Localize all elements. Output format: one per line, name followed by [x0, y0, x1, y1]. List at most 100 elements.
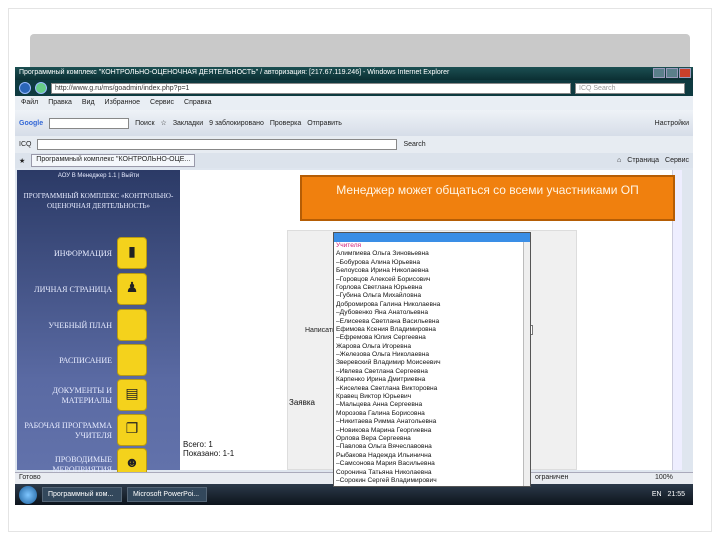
search-input[interactable]: ICQ Search: [575, 82, 685, 94]
zoom-level[interactable]: 100%: [655, 474, 673, 481]
recipient-option[interactable]: –Дубовенко Яна Анатольевна: [334, 309, 530, 317]
recipient-option[interactable]: –Сорокин Сергей Владимирович: [334, 477, 530, 485]
write-label: Написать: [305, 327, 336, 334]
recipient-option[interactable]: –Ивлева Светлана Сергеевна: [334, 368, 530, 376]
recipient-option[interactable]: –Самсонова Мария Васильевна: [334, 460, 530, 468]
tools-menu[interactable]: Сервис: [665, 157, 689, 164]
person-icon: ♟: [117, 273, 147, 305]
recipient-option[interactable]: Орлова Вера Сергеевна: [334, 435, 530, 443]
icq-toolbar: ICQ Search: [15, 136, 693, 153]
security-zone: ограничен: [535, 474, 569, 481]
nav-work-program[interactable]: РАБОЧАЯ ПРОГРАММА УЧИТЕЛЯ ❐: [17, 414, 180, 448]
recipient-option[interactable]: –Бобурова Алина Юрьевна: [334, 259, 530, 267]
popup-blocked-button[interactable]: 9 заблокировано: [209, 120, 264, 127]
recipient-dropdown-list[interactable]: Учителя Алимпиева Ольга Зиновьевна –Бобуро…: [333, 232, 531, 487]
google-search-button[interactable]: Поиск: [135, 120, 154, 127]
user-info[interactable]: АОУ В Менеджер 1.1 | Выйти: [17, 170, 180, 179]
language-indicator[interactable]: EN: [652, 491, 662, 498]
nav-documents[interactable]: ДОКУМЕНТЫ И МАТЕРИАЛЫ ▤: [17, 379, 180, 413]
recipient-option[interactable]: –Никитаева Римма Анатольевна: [334, 418, 530, 426]
address-input[interactable]: http://www.g.ru/ms/goadmin/index.php?p=1: [51, 82, 571, 94]
icq-search-button[interactable]: Search: [403, 141, 425, 148]
window-title: Программный комплекс "КОНТРОЛЬНО-ОЦЕНОЧН…: [19, 69, 450, 76]
nav-curriculum[interactable]: УЧЕБНЫЙ ПЛАН: [17, 309, 180, 343]
recipient-option[interactable]: Морозова Галина Борисовна: [334, 410, 530, 418]
nav-personal-page[interactable]: ЛИЧНАЯ СТРАНИЦА ♟: [17, 273, 180, 307]
recipient-option[interactable]: Алимпиева Ольга Зиновьевна: [334, 250, 530, 258]
taskbar: Программный ком... Microsoft PowerPoi...…: [15, 484, 693, 505]
settings-button[interactable]: Настройки: [655, 120, 689, 127]
bookmarks-button[interactable]: Закладки: [173, 120, 203, 127]
start-button[interactable]: [19, 485, 37, 504]
blank-icon: [117, 344, 147, 376]
recipient-option[interactable]: Жарова Ольга Игоревна: [334, 343, 530, 351]
page-menu[interactable]: Страница: [627, 157, 659, 164]
sidebar: АОУ В Менеджер 1.1 | Выйти ПРОГРАММНЫЙ К…: [17, 170, 180, 480]
icq-search-input[interactable]: [37, 139, 398, 150]
menu-help[interactable]: Справка: [184, 99, 211, 107]
send-button[interactable]: Отправить: [307, 120, 342, 127]
nav-label: ЛИЧНАЯ СТРАНИЦА: [34, 285, 112, 294]
total-count: Всего: 1: [183, 440, 213, 449]
recipient-option[interactable]: –Ефремова Юлия Сергеевна: [334, 334, 530, 342]
menu-view[interactable]: Вид: [82, 99, 95, 107]
google-search-input[interactable]: [49, 117, 130, 129]
recipient-option[interactable]: Зверевский Владимир Моисеевич: [334, 359, 530, 367]
list-scrollbar[interactable]: [523, 242, 530, 486]
clock: 21:55: [667, 491, 685, 498]
nav-label: УЧЕБНЫЙ ПЛАН: [48, 321, 112, 330]
recipient-option[interactable]: Карпенко Ирина Дмитриевна: [334, 376, 530, 384]
minimize-button[interactable]: [653, 68, 665, 78]
nav-schedule[interactable]: РАСПИСАНИЕ: [17, 344, 180, 378]
recipient-option[interactable]: –Горовцов Алексей Борисович: [334, 276, 530, 284]
close-button[interactable]: [679, 68, 691, 78]
shown-range: Показано: 1-1: [183, 449, 235, 458]
recipient-option[interactable]: –Мальцева Анна Сергеевна: [334, 401, 530, 409]
tab-bar: ★ Программный комплекс "КОНТРОЛЬНО-ОЦЕ..…: [15, 153, 693, 168]
forward-icon[interactable]: [35, 82, 47, 94]
back-icon[interactable]: [19, 82, 31, 94]
icq-button[interactable]: ICQ: [19, 141, 31, 148]
menu-edit[interactable]: Правка: [48, 99, 72, 107]
recipient-option[interactable]: Соронина Татьяна Николаевна: [334, 469, 530, 477]
option-group-teachers[interactable]: Учителя: [334, 242, 530, 250]
nav-label: РАБОЧАЯ ПРОГРАММА УЧИТЕЛЯ: [24, 421, 112, 440]
menu-file[interactable]: Файл: [21, 99, 38, 107]
address-bar: http://www.g.ru/ms/goadmin/index.php?p=1…: [15, 80, 693, 96]
star-icon: ☆: [160, 120, 167, 127]
recipient-option[interactable]: Белоусова Ирина Николаевна: [334, 267, 530, 275]
document-search-icon: ▤: [117, 379, 147, 411]
recipient-option[interactable]: –Губина Ольга Михайловна: [334, 292, 530, 300]
recipient-option[interactable]: Кравец Виктор Юрьевич: [334, 393, 530, 401]
spellcheck-button[interactable]: Проверка: [270, 120, 301, 127]
recipient-option[interactable]: Рыбакова Надежда Ильинична: [334, 452, 530, 460]
recipient-option[interactable]: –Елисеева Светлана Васильевна: [334, 318, 530, 326]
maximize-button[interactable]: [666, 68, 678, 78]
menu-bar: Файл Правка Вид Избранное Сервис Справка: [15, 96, 693, 110]
windows-icon: ❐: [117, 414, 147, 446]
callout-banner: Менеджер может общаться со всеми участни…: [300, 175, 675, 221]
recipient-option[interactable]: Ефимова Ксения Владимировна: [334, 326, 530, 334]
nav-info[interactable]: ИНФОРМАЦИЯ ▮: [17, 237, 180, 271]
google-toolbar: Google Поиск ☆ Закладки 9 заблокировано П…: [15, 110, 693, 136]
home-icon[interactable]: ⌂: [617, 157, 621, 164]
menu-favorites[interactable]: Избранное: [105, 99, 140, 107]
brand-title: ПРОГРАММНЫЙ КОМПЛЕКС «КОНТРОЛЬНО-ОЦЕНОЧН…: [23, 192, 174, 210]
blank-icon: [117, 309, 147, 341]
status-text: Готово: [19, 474, 41, 481]
recipient-option[interactable]: –Павлова Ольга Вячеславовна: [334, 443, 530, 451]
taskbar-item-powerpoint[interactable]: Microsoft PowerPoi...: [127, 487, 207, 502]
taskbar-item-browser[interactable]: Программный ком...: [42, 487, 122, 502]
nav-label: ИНФОРМАЦИЯ: [54, 249, 112, 258]
title-bar: Программный комплекс "КОНТРОЛЬНО-ОЦЕНОЧН…: [15, 67, 693, 80]
favorites-star-icon[interactable]: ★: [19, 157, 25, 165]
nav-label: РАСПИСАНИЕ: [59, 356, 112, 365]
menu-tools[interactable]: Сервис: [150, 99, 174, 107]
recipient-option[interactable]: –Киселева Светлана Викторовна: [334, 385, 530, 393]
nav-label: ДОКУМЕНТЫ И МАТЕРИАЛЫ: [52, 386, 113, 405]
recipient-option[interactable]: Добромирова Галина Николаевна: [334, 301, 530, 309]
google-logo: Google: [19, 119, 44, 127]
tab-active[interactable]: Программный комплекс "КОНТРОЛЬНО-ОЦЕ...: [31, 154, 196, 167]
recipient-option[interactable]: –Новикова Марина Георгиевна: [334, 427, 530, 435]
highlighted-option[interactable]: [334, 233, 530, 242]
